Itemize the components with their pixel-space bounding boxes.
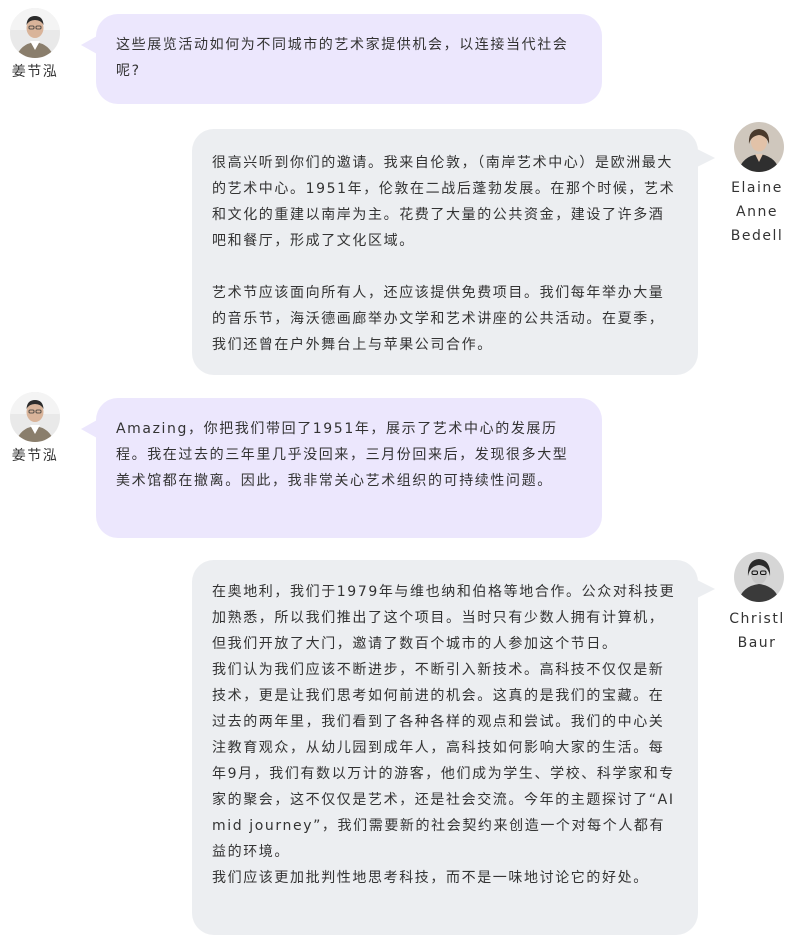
- chat-message-4: Christl Baur 在奥地利，我们于1979年与维也纳和伯格等地合作。公众…: [0, 550, 807, 945]
- message-text: 我们应该更加批判性地思考科技，而不是一味地讨论它的好处。: [212, 870, 649, 886]
- message-text: 我们认为我们应该不断进步，不断引入新技术。高科技不仅仅是新技术，更是让我们思考如…: [212, 662, 675, 860]
- avatar-christl-baur[interactable]: [734, 552, 784, 602]
- message-bubble: 很高兴听到你们的邀请。我来自伦敦，（南岸艺术中心）是欧洲最大的艺术中心。1951…: [192, 129, 698, 375]
- chat-message-2: Elaine Anne Bedell 很高兴听到你们的邀请。我来自伦敦，（南岸艺…: [0, 110, 807, 390]
- speaker-name: Christl Baur: [722, 607, 792, 655]
- avatar-elaine-anne-bedell[interactable]: [734, 122, 784, 172]
- speaker-name: 姜节泓: [11, 448, 59, 464]
- bubble-tail: [697, 580, 715, 598]
- chat-message-1: 姜节泓 这些展览活动如何为不同城市的艺术家提供机会，以连接当代社会呢?: [0, 0, 807, 110]
- portrait-icon: [734, 552, 784, 602]
- portrait-icon: [10, 392, 60, 442]
- portrait-icon: [10, 8, 60, 58]
- message-text: Amazing，你把我们带回了1951年，展示了艺术中心的发展历程。我在过去的三…: [116, 421, 569, 489]
- message-bubble: Amazing，你把我们带回了1951年，展示了艺术中心的发展历程。我在过去的三…: [96, 398, 602, 538]
- speaker-name-line: Anne: [736, 204, 778, 220]
- bubble-tail: [81, 36, 97, 54]
- chat-message-3: 姜节泓 Amazing，你把我们带回了1951年，展示了艺术中心的发展历程。我在…: [0, 390, 807, 550]
- message-text: 这些展览活动如何为不同城市的艺术家提供机会，以连接当代社会呢?: [116, 37, 569, 79]
- bubble-tail: [697, 149, 715, 167]
- avatar-jiang-jiehong[interactable]: [10, 8, 60, 58]
- speaker-name: Elaine Anne Bedell: [722, 176, 792, 248]
- message-bubble: 这些展览活动如何为不同城市的艺术家提供机会，以连接当代社会呢?: [96, 14, 602, 104]
- speaker-name-line: Baur: [737, 635, 777, 651]
- speaker-name-line: Elaine: [731, 180, 783, 196]
- message-text: 艺术节应该面向所有人，还应该提供免费项目。我们每年举办大量的音乐节，海沃德画廊举…: [212, 285, 665, 353]
- bubble-tail: [81, 420, 97, 438]
- portrait-icon: [734, 122, 784, 172]
- speaker-name-line: Christl: [729, 611, 785, 627]
- message-text: 很高兴听到你们的邀请。我来自伦敦，（南岸艺术中心）是欧洲最大的艺术中心。1951…: [212, 155, 676, 249]
- message-bubble: 在奥地利，我们于1979年与维也纳和伯格等地合作。公众对科技更加熟悉，所以我们推…: [192, 560, 698, 935]
- speaker-name: 姜节泓: [11, 64, 59, 80]
- speaker-name-line: Bedell: [730, 228, 784, 244]
- avatar-jiang-jiehong[interactable]: [10, 392, 60, 442]
- message-text: 在奥地利，我们于1979年与维也纳和伯格等地合作。公众对科技更加熟悉，所以我们推…: [212, 584, 676, 652]
